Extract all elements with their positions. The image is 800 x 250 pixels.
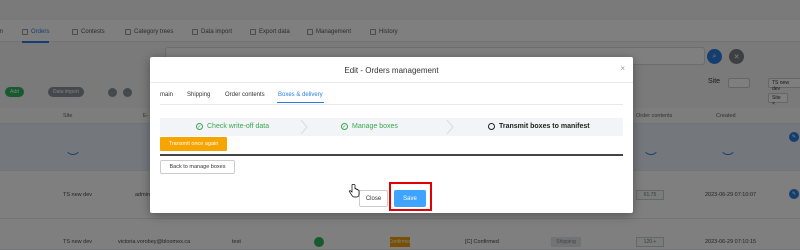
step-check-write-off: ✓ Check write-off data: [196, 123, 269, 130]
chevron-right-icon: [446, 120, 454, 134]
chevron-right-icon: [300, 120, 308, 134]
check-icon: ✓: [341, 123, 348, 130]
progress-steps: ✓ Check write-off data ✓ Manage boxes Tr…: [160, 118, 623, 136]
step-manage-boxes: ✓ Manage boxes: [341, 123, 398, 130]
back-to-manage-boxes-button[interactable]: Back to manage boxes: [160, 160, 235, 174]
divider: [150, 82, 633, 83]
tab-boxes-delivery[interactable]: Boxes & delivery: [277, 92, 324, 103]
circle-icon: [488, 123, 495, 130]
step-label: Check write-off data: [207, 123, 270, 130]
step-label: Transmit boxes to manifest: [499, 123, 590, 130]
check-icon: ✓: [196, 123, 203, 130]
tab-shipping[interactable]: Shipping: [187, 92, 210, 98]
transmit-once-again-button[interactable]: Transmit once again: [160, 137, 227, 151]
hand-cursor-icon: [348, 184, 360, 198]
tabs-divider: [160, 104, 623, 105]
section-divider: [160, 154, 623, 156]
tab-main[interactable]: main: [160, 92, 173, 98]
close-button[interactable]: Close: [359, 190, 388, 207]
step-transmit-boxes: Transmit boxes to manifest: [488, 123, 590, 130]
modal-title: Edit - Orders management: [344, 66, 439, 75]
tab-order-contents[interactable]: Order contents: [225, 92, 265, 98]
step-label: Manage boxes: [352, 123, 398, 130]
close-icon[interactable]: ×: [620, 64, 625, 73]
save-highlight-box: [389, 182, 432, 211]
